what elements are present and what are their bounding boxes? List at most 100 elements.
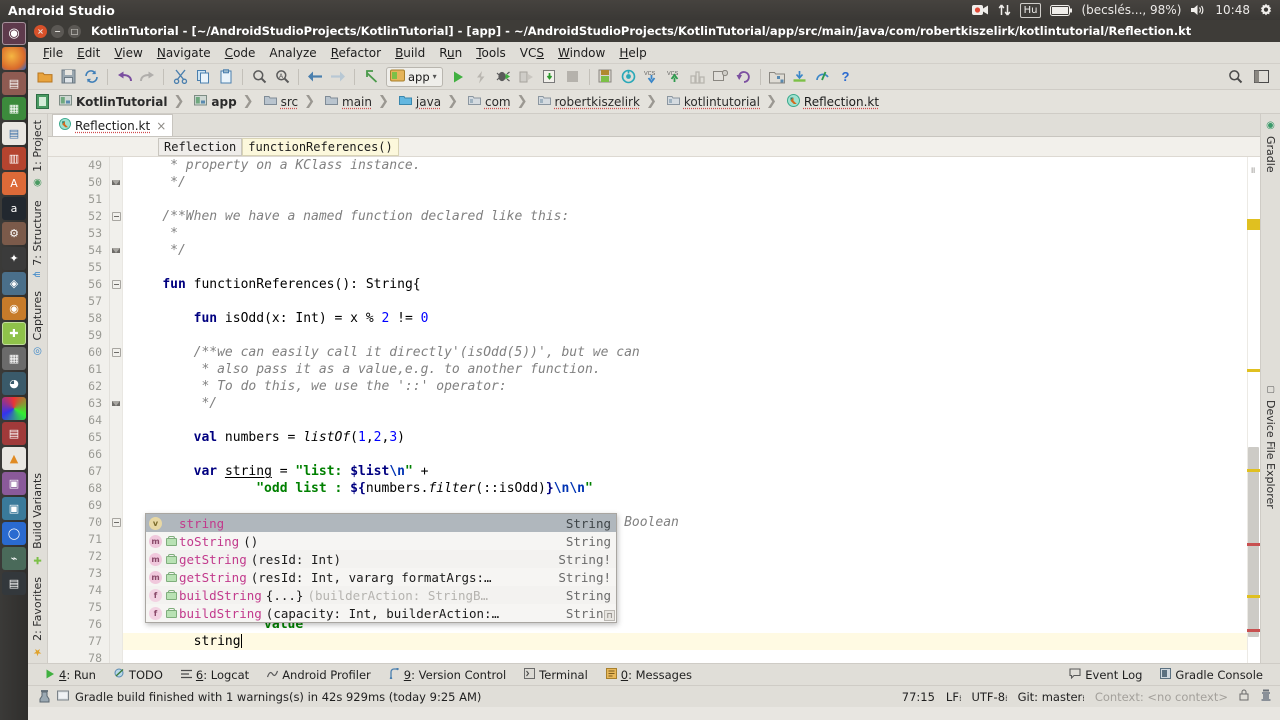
vcs-update-icon[interactable]: VCS bbox=[641, 66, 663, 88]
open-folder-icon[interactable] bbox=[34, 66, 56, 88]
caret-position[interactable]: 77:15 bbox=[902, 690, 935, 704]
clock[interactable]: 10:48 bbox=[1215, 3, 1250, 17]
menu-navigate[interactable]: Navigate bbox=[150, 44, 218, 62]
launcher-item-amazon[interactable]: a bbox=[2, 197, 26, 220]
vcs-commit-icon[interactable]: VCS bbox=[664, 66, 686, 88]
bottom-item-gradle-console[interactable]: Gradle Console bbox=[1151, 665, 1272, 685]
undo-icon[interactable] bbox=[113, 66, 135, 88]
code-line[interactable]: "odd list : ${numbers.filter(::isOdd)}\n… bbox=[123, 480, 1260, 497]
completion-item[interactable]: m toString() String bbox=[146, 532, 616, 550]
vcs-branch[interactable]: Git: master⁞ bbox=[1018, 690, 1085, 704]
completion-item[interactable]: v string String bbox=[146, 514, 616, 532]
fold-toggle-icon[interactable] bbox=[112, 280, 121, 289]
code-line[interactable]: */ bbox=[123, 174, 1260, 191]
launcher-item-android-studio[interactable]: ✚ bbox=[2, 322, 26, 345]
launcher-item-eye[interactable]: ◉ bbox=[2, 297, 26, 320]
navbar-project-icon[interactable] bbox=[30, 91, 55, 113]
menu-tools[interactable]: Tools bbox=[469, 44, 513, 62]
launcher-item-media-player[interactable]: ▤ bbox=[2, 572, 26, 595]
launcher-item-opera[interactable]: ◯ bbox=[2, 522, 26, 545]
structure-crumb-function[interactable]: functionReferences() bbox=[242, 137, 399, 156]
completion-item[interactable]: m getString (resId: Int, vararg formatArgs… bbox=[146, 568, 616, 586]
lock-icon[interactable] bbox=[1239, 689, 1249, 704]
sidebar-item-gradle[interactable]: ◉ Gradle bbox=[1264, 114, 1277, 179]
file-encoding[interactable]: UTF-8⁞ bbox=[971, 690, 1007, 704]
window-minimize-button[interactable]: − bbox=[51, 24, 64, 38]
fold-toggle-icon[interactable] bbox=[112, 518, 121, 527]
completion-item[interactable]: f buildString (capacity: Int, builderActio… bbox=[146, 604, 616, 622]
fold-toggle-icon[interactable] bbox=[112, 348, 121, 357]
copy-icon[interactable] bbox=[192, 66, 214, 88]
menu-build[interactable]: Build bbox=[388, 44, 432, 62]
launcher-item-calculator[interactable]: ▦ bbox=[2, 347, 26, 370]
code-line[interactable]: * To do this, we use the '::' operator: bbox=[123, 378, 1260, 395]
window-close-button[interactable]: × bbox=[34, 24, 47, 38]
completion-item[interactable]: m getString (resId: Int) String! bbox=[146, 550, 616, 568]
popup-resize-handle[interactable]: ⊓ bbox=[604, 610, 615, 621]
project-structure-icon[interactable] bbox=[766, 66, 788, 88]
menu-file[interactable]: File bbox=[36, 44, 70, 62]
volume-icon[interactable] bbox=[1190, 4, 1206, 16]
code-line[interactable] bbox=[123, 191, 1260, 208]
sdk-manager-icon[interactable] bbox=[618, 66, 640, 88]
code-line[interactable]: /**we can easily call it directly'(isOdd… bbox=[123, 344, 1260, 361]
code-line[interactable]: */ bbox=[123, 395, 1260, 412]
back-icon[interactable] bbox=[304, 66, 326, 88]
menu-view[interactable]: View bbox=[107, 44, 149, 62]
sidebar-item-captures[interactable]: ◎ Captures bbox=[31, 285, 44, 362]
menu-help[interactable]: Help bbox=[612, 44, 653, 62]
menu-vcs[interactable]: VCS bbox=[513, 44, 551, 62]
bottom-item-run[interactable]: 4: Run bbox=[36, 665, 105, 685]
replace-icon[interactable]: A bbox=[271, 66, 293, 88]
launcher-item-video-editor[interactable]: ▣ bbox=[2, 472, 26, 495]
menu-window[interactable]: Window bbox=[551, 44, 612, 62]
launcher-item-terminal[interactable]: ◕ bbox=[2, 372, 26, 395]
redo-icon[interactable] bbox=[136, 66, 158, 88]
paste-icon[interactable] bbox=[215, 66, 237, 88]
launcher-item-files[interactable]: ▤ bbox=[2, 72, 26, 95]
code-line[interactable] bbox=[123, 446, 1260, 463]
launcher-item-vlc[interactable]: ▲ bbox=[2, 447, 26, 470]
breadcrumb-item-robertkiszelirk[interactable]: robertkiszelirk ❯ bbox=[534, 91, 663, 113]
menu-refactor[interactable]: Refactor bbox=[324, 44, 388, 62]
layout-inspector-icon[interactable] bbox=[710, 66, 732, 88]
stop-icon[interactable] bbox=[562, 66, 584, 88]
layout-switch-icon[interactable] bbox=[1250, 66, 1272, 88]
completion-item[interactable]: f buildString {...} (builderAction: Strin… bbox=[146, 586, 616, 604]
apply-changes-icon[interactable] bbox=[470, 66, 492, 88]
code-line[interactable] bbox=[123, 259, 1260, 276]
breadcrumb-item-reflection-kt[interactable]: Reflection.kt bbox=[783, 91, 885, 113]
code-line[interactable]: var string = "list: $list\n" + bbox=[123, 463, 1260, 480]
attach-debugger-icon[interactable] bbox=[539, 66, 561, 88]
launcher-item-colorpicker[interactable] bbox=[2, 397, 26, 420]
menu-edit[interactable]: Edit bbox=[70, 44, 107, 62]
code-folding-column[interactable] bbox=[110, 157, 123, 663]
unity-app-title[interactable]: Android Studio bbox=[8, 3, 115, 18]
breadcrumb-item-kotlintutorial[interactable]: KotlinTutorial ❯ bbox=[55, 91, 190, 113]
code-line[interactable]: /**When we have a named function declare… bbox=[123, 208, 1260, 225]
fold-toggle-icon[interactable] bbox=[112, 212, 121, 221]
forward-icon[interactable] bbox=[327, 66, 349, 88]
menu-run[interactable]: Run bbox=[432, 44, 469, 62]
code-line[interactable]: val numbers = listOf(1,2,3) bbox=[123, 429, 1260, 446]
debug-icon[interactable] bbox=[493, 66, 515, 88]
undo-vcs-icon[interactable] bbox=[733, 66, 755, 88]
launcher-item-writer[interactable]: ▤ bbox=[2, 122, 26, 145]
code-line[interactable]: string bbox=[123, 633, 1260, 650]
keyboard-layout-indicator[interactable]: Hu bbox=[1019, 2, 1042, 18]
breadcrumb-item-kotlintutorial-pkg[interactable]: kotlintutorial ❯ bbox=[663, 91, 783, 113]
fold-toggle-icon[interactable] bbox=[112, 178, 121, 187]
gear-icon[interactable] bbox=[1259, 3, 1273, 17]
code-line[interactable]: */ bbox=[123, 242, 1260, 259]
bottom-item-version-control[interactable]: 9: Version Control bbox=[380, 665, 515, 685]
run-icon[interactable] bbox=[447, 66, 469, 88]
fold-toggle-icon[interactable] bbox=[112, 246, 121, 255]
launcher-item-impress[interactable]: ▥ bbox=[2, 147, 26, 170]
run-anything-icon[interactable] bbox=[360, 66, 382, 88]
save-all-icon[interactable] bbox=[57, 66, 79, 88]
scroll-split-icon[interactable]: ॥ bbox=[1250, 163, 1259, 176]
run-configuration-selector[interactable]: app ▾ bbox=[386, 66, 443, 87]
breadcrumb-item-src[interactable]: src ❯ bbox=[260, 91, 321, 113]
code-line[interactable]: * bbox=[123, 225, 1260, 242]
run-coverage-icon[interactable] bbox=[516, 66, 538, 88]
